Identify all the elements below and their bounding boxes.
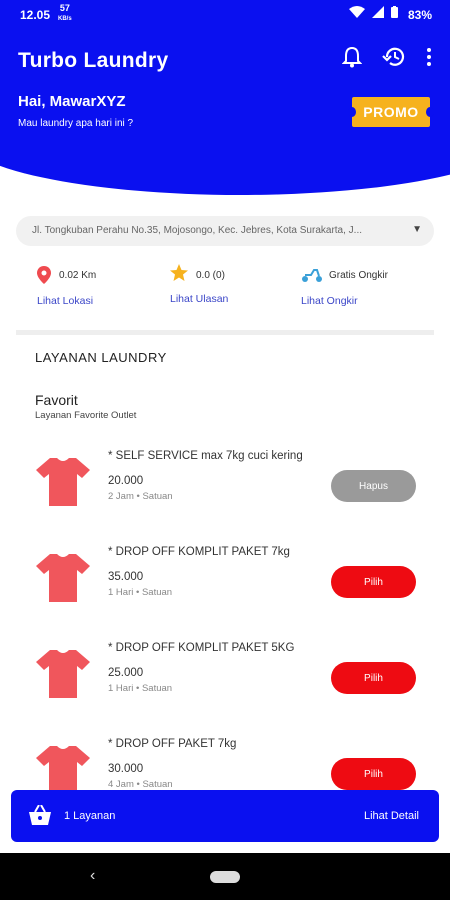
cart-bar[interactable]: 1 Layanan Lihat Detail: [11, 790, 439, 842]
history-icon[interactable]: [382, 46, 406, 73]
favorite-subtitle: Layanan Favorite Outlet: [35, 410, 137, 421]
battery-icon: [391, 6, 398, 18]
net-speed: 57 KB/s: [58, 4, 72, 24]
wifi-icon: [349, 6, 365, 18]
more-vertical-icon[interactable]: [426, 47, 432, 72]
item-price: 35.000: [108, 571, 144, 583]
net-speed-unit: KB/s: [58, 16, 72, 22]
shirt-icon: [36, 554, 90, 602]
view-location-link[interactable]: Lihat Lokasi: [37, 295, 93, 307]
select-button[interactable]: Pilih: [331, 758, 416, 790]
item-name: * DROP OFF KOMPLIT PAKET 7kg: [108, 546, 290, 558]
view-shipping-link[interactable]: Lihat Ongkir: [301, 295, 358, 307]
view-detail-button[interactable]: Lihat Detail: [364, 810, 419, 822]
address-text: Jl. Tongkuban Perahu No.35, Mojosongo, K…: [32, 225, 363, 236]
address-selector[interactable]: Jl. Tongkuban Perahu No.35, Mojosongo, K…: [16, 216, 434, 246]
item-meta: 1 Hari • Satuan: [108, 587, 173, 598]
item-name: * SELF SERVICE max 7kg cuci kering: [108, 450, 303, 462]
select-button[interactable]: Pilih: [331, 566, 416, 598]
remove-button[interactable]: Hapus: [331, 470, 416, 502]
status-bar: 12.05 57 KB/s 83%: [0, 0, 450, 30]
greeting: Hai, MawarXYZ: [18, 93, 126, 110]
favorite-title: Favorit: [35, 392, 78, 408]
location-pin-icon: [37, 266, 51, 284]
app-title: Turbo Laundry: [18, 49, 169, 72]
item-meta: 4 Jam • Satuan: [108, 779, 173, 790]
screen: 12.05 57 KB/s 83% Turbo Laundry Hai, Mawa…: [0, 0, 450, 900]
star-icon: [170, 264, 188, 281]
status-icons: [349, 6, 398, 18]
item-meta: 1 Hari • Satuan: [108, 683, 173, 694]
list-item: * DROP OFF KOMPLIT PAKET 7kg 35.000 1 Ha…: [0, 546, 450, 642]
back-icon[interactable]: ‹: [90, 867, 95, 885]
signal-icon: [372, 6, 384, 18]
bell-icon[interactable]: [341, 46, 363, 73]
status-time: 12.05: [20, 8, 51, 22]
section-title: LAYANAN LAUNDRY: [35, 350, 167, 365]
shipping-value: Gratis Ongkir: [329, 270, 388, 281]
item-price: 30.000: [108, 763, 144, 775]
item-meta: 2 Jam • Satuan: [108, 491, 173, 502]
select-button[interactable]: Pilih: [331, 662, 416, 694]
shirt-icon: [36, 746, 90, 794]
list-item: * SELF SERVICE max 7kg cuci kering 20.00…: [0, 450, 450, 546]
home-pill[interactable]: [210, 871, 240, 883]
scooter-icon: [302, 269, 322, 282]
item-name: * DROP OFF PAKET 7kg: [108, 738, 237, 750]
basket-icon: [29, 805, 51, 825]
distance-value: 0.02 Km: [59, 270, 97, 281]
promo-button[interactable]: PROMO: [348, 97, 434, 127]
battery-level: 83%: [407, 8, 432, 22]
shirt-icon: [36, 650, 90, 698]
system-nav-bar: ‹: [0, 853, 450, 900]
greeting-subtitle: Mau laundry apa hari ini ?: [18, 118, 134, 129]
item-price: 20.000: [108, 475, 144, 487]
item-name: * DROP OFF KOMPLIT PAKET 5KG: [108, 642, 295, 654]
item-price: 25.000: [108, 667, 144, 679]
divider: [16, 330, 434, 335]
net-speed-value: 57: [59, 3, 70, 13]
chevron-down-icon: ▼: [412, 224, 422, 235]
rating-value: 0.0 (0): [196, 270, 225, 281]
list-item: * DROP OFF KOMPLIT PAKET 5KG 25.000 1 Ha…: [0, 642, 450, 738]
shirt-icon: [36, 458, 90, 506]
cart-count: 1 Layanan: [64, 810, 116, 822]
header-actions: [341, 46, 432, 73]
view-reviews-link[interactable]: Lihat Ulasan: [170, 293, 228, 305]
